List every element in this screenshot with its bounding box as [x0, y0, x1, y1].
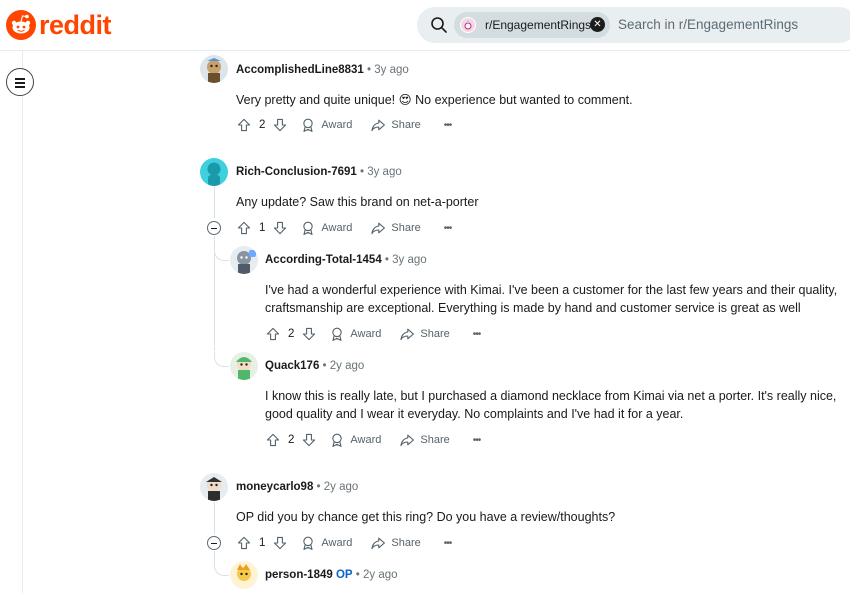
avatar[interactable]: [230, 246, 258, 274]
thread-line: [214, 502, 215, 534]
menu-button[interactable]: [6, 68, 34, 96]
subreddit-pill-label: r/EngagementRings: [485, 18, 592, 32]
share-icon: [370, 220, 386, 236]
reddit-snoo-icon: [6, 10, 36, 40]
comment-author[interactable]: person-1849 OP • 2y ago: [265, 569, 398, 581]
share-icon: [370, 535, 386, 551]
reddit-logo[interactable]: reddit: [6, 10, 112, 40]
thread-elbow: [214, 246, 229, 261]
thread-elbow: [214, 561, 229, 576]
thread-line: [214, 551, 215, 561]
collapse-thread-button[interactable]: [207, 221, 221, 235]
avatar[interactable]: [200, 55, 228, 83]
upvote-icon[interactable]: [236, 535, 252, 551]
search-icon: [431, 17, 447, 33]
comment-timestamp: 3y ago: [392, 254, 427, 266]
vote-count: 1: [259, 222, 266, 234]
comment-body: I've had a wonderful experience with Kim…: [265, 283, 838, 315]
search-placeholder[interactable]: Search in r/EngagementRings: [618, 17, 798, 32]
share-icon: [399, 432, 415, 448]
op-badge: OP: [335, 569, 353, 581]
comment-actions: 1 Award Share •••: [236, 218, 452, 238]
more-options-button[interactable]: •••: [473, 329, 481, 340]
comment-body: Any update? Saw this brand on net-a-port…: [236, 195, 479, 209]
share-button[interactable]: Share: [399, 326, 450, 342]
more-options-button[interactable]: •••: [444, 538, 452, 549]
search-bar[interactable]: r/EngagementRings ✕ Search in r/Engageme…: [417, 7, 850, 43]
remove-pill-close-icon[interactable]: ✕: [590, 17, 605, 32]
comment-body: Very pretty and quite unique! 😍 No exper…: [236, 93, 633, 107]
more-options-button[interactable]: •••: [444, 120, 452, 131]
logo-text: reddit: [39, 10, 112, 40]
comment-body: OP did you by chance get this ring? Do y…: [236, 510, 616, 524]
share-button[interactable]: Share: [370, 535, 421, 551]
award-icon: [329, 432, 345, 448]
comment-actions: 2 Award Share •••: [265, 324, 481, 344]
comment-timestamp: 2y ago: [323, 481, 359, 493]
award-button[interactable]: Award: [300, 535, 352, 551]
award-button[interactable]: Award: [329, 326, 381, 342]
award-button[interactable]: Award: [300, 220, 352, 236]
upvote-icon[interactable]: [265, 432, 281, 448]
more-options-button[interactable]: •••: [473, 435, 481, 446]
comment-author[interactable]: Rich-Conclusion-7691 • 3y ago: [236, 166, 402, 178]
share-button[interactable]: Share: [370, 117, 421, 133]
comment-timestamp: 3y ago: [367, 166, 402, 178]
avatar[interactable]: [200, 158, 228, 186]
thread-elbow: [214, 352, 229, 367]
more-options-button[interactable]: •••: [444, 223, 452, 234]
award-icon: [300, 535, 316, 551]
subreddit-avatar-icon: [460, 17, 476, 33]
comment-actions: 2 Award Share •••: [236, 115, 452, 135]
downvote-icon[interactable]: [272, 220, 288, 236]
downvote-icon[interactable]: [272, 117, 288, 133]
share-icon: [399, 326, 415, 342]
award-icon: [300, 117, 316, 133]
comment-author[interactable]: According-Total-1454 • 3y ago: [265, 254, 427, 266]
upvote-icon[interactable]: [236, 220, 252, 236]
thread-line: [214, 186, 215, 218]
menu-icon: [15, 78, 25, 80]
comment-actions: 2 Award Share •••: [265, 430, 481, 450]
share-icon: [370, 117, 386, 133]
comment-body: I know this is really late, but I purcha…: [265, 389, 837, 421]
downvote-icon[interactable]: [301, 326, 317, 342]
award-button[interactable]: Award: [329, 432, 381, 448]
downvote-icon[interactable]: [301, 432, 317, 448]
upvote-icon[interactable]: [236, 117, 252, 133]
avatar[interactable]: [230, 352, 258, 380]
comment-timestamp: 3y ago: [374, 64, 409, 76]
comment-timestamp: 2y ago: [363, 569, 398, 581]
avatar[interactable]: [230, 561, 258, 589]
award-icon: [300, 220, 316, 236]
award-button[interactable]: Award: [300, 117, 352, 133]
collapse-thread-button[interactable]: [207, 536, 221, 550]
vote-count: 2: [288, 328, 295, 340]
comment-actions: 1 Award Share •••: [236, 533, 452, 553]
vote-count: 2: [288, 434, 295, 446]
upvote-icon[interactable]: [265, 326, 281, 342]
comment-timestamp: 2y ago: [329, 360, 365, 372]
comment-author[interactable]: AccomplishedLine8831 • 3y ago: [236, 64, 409, 76]
share-button[interactable]: Share: [370, 220, 421, 236]
award-icon: [329, 326, 345, 342]
comment-author[interactable]: moneycarlo98 • 2y ago: [236, 481, 358, 493]
avatar[interactable]: [200, 473, 228, 501]
left-rail-divider: [22, 50, 23, 593]
comment-author[interactable]: Quack176 • 2y ago: [265, 360, 364, 372]
vote-count: 2: [259, 119, 266, 131]
downvote-icon[interactable]: [272, 535, 288, 551]
vote-count: 1: [259, 537, 266, 549]
top-header: reddit r/EngagementRings ✕ Search in r/E…: [0, 0, 850, 51]
subreddit-search-pill[interactable]: r/EngagementRings ✕: [454, 12, 610, 38]
share-button[interactable]: Share: [399, 432, 450, 448]
